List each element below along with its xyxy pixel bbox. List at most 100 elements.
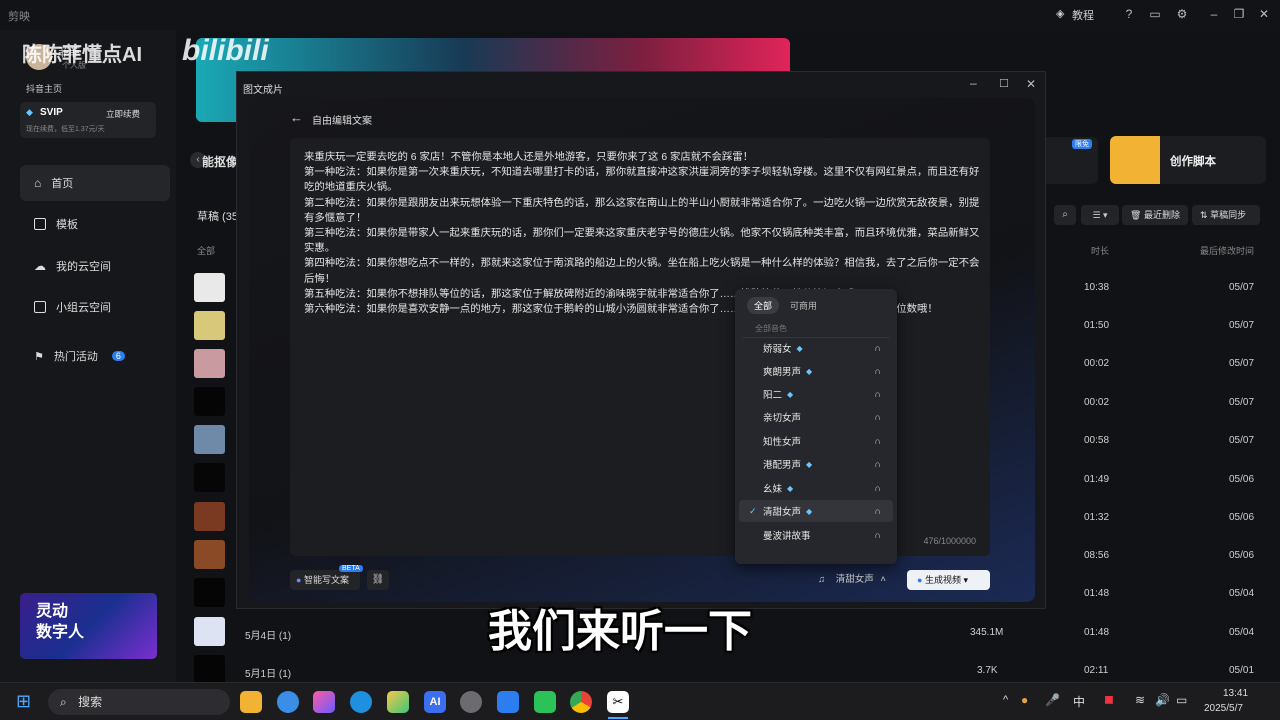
- link-icon[interactable]: ⛓: [367, 570, 389, 590]
- headphone-icon[interactable]: ∩: [875, 412, 881, 422]
- headphone-icon[interactable]: ∩: [875, 459, 881, 469]
- sidebar-item-home[interactable]: ⌂ 首页: [20, 165, 170, 201]
- edge-icon[interactable]: [350, 691, 372, 713]
- draft-thumb[interactable]: [194, 425, 225, 454]
- ime-indicator[interactable]: 中: [1073, 693, 1085, 710]
- close-icon[interactable]: ✕: [1026, 77, 1036, 91]
- chevron-up-icon: ˄: [880, 574, 886, 585]
- ai-write-button[interactable]: ● 智能写文案: [290, 570, 360, 590]
- headphone-icon[interactable]: ∩: [875, 389, 881, 399]
- volume-icon[interactable]: 🔊: [1155, 693, 1170, 707]
- chevron-down-icon: ▾: [963, 575, 969, 585]
- mic-icon[interactable]: 🎤: [1045, 693, 1060, 707]
- row-name[interactable]: 5月1日 (1): [245, 665, 291, 680]
- windows-start-icon[interactable]: ⊞: [16, 691, 31, 712]
- char-count: 476/1000000: [923, 536, 976, 546]
- app-icon[interactable]: [387, 691, 409, 713]
- draft-thumb[interactable]: [194, 463, 225, 492]
- sidebar-item-templates[interactable]: 模板: [20, 206, 170, 242]
- restore-icon[interactable]: ❐: [1231, 6, 1247, 22]
- sidebar-item-label: 我的云空间: [56, 261, 111, 273]
- svip-card[interactable]: ◆ SVIP 立即续费 现在续费，低至1.37元/天: [20, 102, 156, 138]
- file-explorer-icon[interactable]: [240, 691, 262, 713]
- voice-tab-commercial[interactable]: 可商用: [783, 297, 824, 314]
- script-card[interactable]: 创作脚本: [1110, 136, 1266, 184]
- wechat-icon[interactable]: [534, 691, 556, 713]
- headphone-icon[interactable]: ∩: [875, 530, 881, 540]
- draft-thumb[interactable]: [194, 311, 225, 340]
- filter-all[interactable]: 全部: [197, 244, 215, 257]
- maximize-icon[interactable]: ☐: [999, 77, 1009, 90]
- digital-human-promo[interactable]: 灵动 数字人: [20, 593, 157, 659]
- voice-option[interactable]: 幺妹 ◆ ∩: [739, 477, 893, 499]
- headphone-icon[interactable]: ∩: [875, 343, 881, 353]
- message-icon[interactable]: ▭: [1147, 6, 1163, 22]
- voice-option[interactable]: 阳二 ◆ ∩: [739, 383, 893, 405]
- ai-app-icon[interactable]: AI: [424, 691, 446, 713]
- voice-icon: ♫: [818, 574, 826, 585]
- draft-thumb[interactable]: [194, 349, 225, 378]
- draft-sync-button[interactable]: ⇅ 草稿同步: [1192, 205, 1260, 225]
- headphone-icon[interactable]: ∩: [875, 483, 881, 493]
- voice-option[interactable]: 亲切女声 ∩: [739, 406, 893, 428]
- tool-label[interactable]: 能抠像: [202, 153, 238, 170]
- tutorial-icon[interactable]: ◈: [1056, 7, 1064, 20]
- voice-option[interactable]: 娇弱女 ◆ ∩: [739, 337, 893, 359]
- voice-option[interactable]: 知性女声 ∩: [739, 430, 893, 452]
- back-arrow-icon[interactable]: ←: [290, 110, 303, 125]
- draft-thumb[interactable]: [194, 502, 225, 531]
- recent-delete-button[interactable]: 🗑 最近删除: [1122, 205, 1188, 225]
- sidebar-item-team-cloud[interactable]: 小组云空间: [20, 289, 170, 325]
- gem-icon: ◆: [806, 459, 813, 469]
- view-toggle-icon[interactable]: ☰ ▾: [1081, 205, 1119, 225]
- close-icon[interactable]: ✕: [1256, 6, 1272, 22]
- draft-thumb[interactable]: [194, 617, 225, 646]
- copilot-icon[interactable]: [313, 691, 335, 713]
- row-date: 05/07: [1229, 435, 1255, 446]
- search-icon[interactable]: ⌕: [1054, 205, 1076, 225]
- voice-select[interactable]: ♫ 清甜女声 ˄: [818, 570, 900, 590]
- sidebar-item-label: 小组云空间: [56, 302, 111, 314]
- minimize-icon[interactable]: –: [970, 76, 977, 90]
- help-icon[interactable]: ?: [1121, 6, 1137, 22]
- tool-card[interactable]: 限免: [1046, 137, 1098, 184]
- browser-icon[interactable]: [277, 691, 299, 713]
- douyin-link[interactable]: 抖音主页: [26, 82, 62, 95]
- voice-option[interactable]: 港配男声 ◆ ∩: [739, 453, 893, 475]
- sidebar-item-my-cloud[interactable]: ☁ 我的云空间: [20, 248, 170, 284]
- voice-option[interactable]: 曼波讲故事 ∩: [739, 524, 893, 546]
- generate-video-button[interactable]: ● 生成视频 ▾: [907, 570, 990, 590]
- voice-option[interactable]: 爽朗男声 ◆ ∩: [739, 360, 893, 382]
- voice-tab-all[interactable]: 全部: [747, 297, 780, 314]
- capcut-icon[interactable]: ✂: [607, 691, 629, 713]
- draft-thumb[interactable]: [194, 655, 225, 684]
- clock-time[interactable]: 13:41: [1223, 688, 1248, 699]
- title-bar: 剪映 ◈ 教程 ? ▭ ⚙ – ❐ ✕: [0, 0, 1280, 30]
- voice-option-selected[interactable]: ✓ 清甜女声 ◆ ∩: [739, 500, 893, 522]
- headphone-icon[interactable]: ∩: [875, 366, 881, 376]
- gem-icon: ◆: [787, 483, 794, 493]
- settings-icon[interactable]: ⚙: [1174, 6, 1190, 22]
- draft-thumb[interactable]: [194, 387, 225, 416]
- chrome-icon[interactable]: [570, 691, 592, 713]
- script-thumb: [1110, 136, 1160, 184]
- headphone-icon[interactable]: ∩: [875, 436, 881, 446]
- row-name[interactable]: 5月4日 (1): [245, 627, 291, 642]
- draft-thumb[interactable]: [194, 273, 225, 302]
- tutorial-link[interactable]: 教程: [1072, 7, 1094, 23]
- wifi-icon[interactable]: ≋: [1135, 693, 1145, 707]
- sidebar-item-events[interactable]: ⚑ 热门活动 6: [20, 338, 170, 374]
- chevron-up-icon[interactable]: ^: [1003, 694, 1008, 706]
- renew-button[interactable]: 立即续费: [106, 108, 140, 120]
- tray-app-icon[interactable]: ◼: [1104, 692, 1114, 706]
- draft-thumb[interactable]: [194, 578, 225, 607]
- battery-icon[interactable]: ▭: [1176, 693, 1187, 707]
- headphone-icon[interactable]: ∩: [875, 506, 881, 516]
- draft-thumb[interactable]: [194, 540, 225, 569]
- tray-icon[interactable]: ●: [1021, 693, 1028, 707]
- taskbar-search[interactable]: ⌕ 搜索: [48, 689, 230, 715]
- app-icon[interactable]: [497, 691, 519, 713]
- minimize-icon[interactable]: –: [1206, 6, 1222, 22]
- settings-icon[interactable]: [460, 691, 482, 713]
- clock-date[interactable]: 2025/5/7: [1204, 703, 1243, 714]
